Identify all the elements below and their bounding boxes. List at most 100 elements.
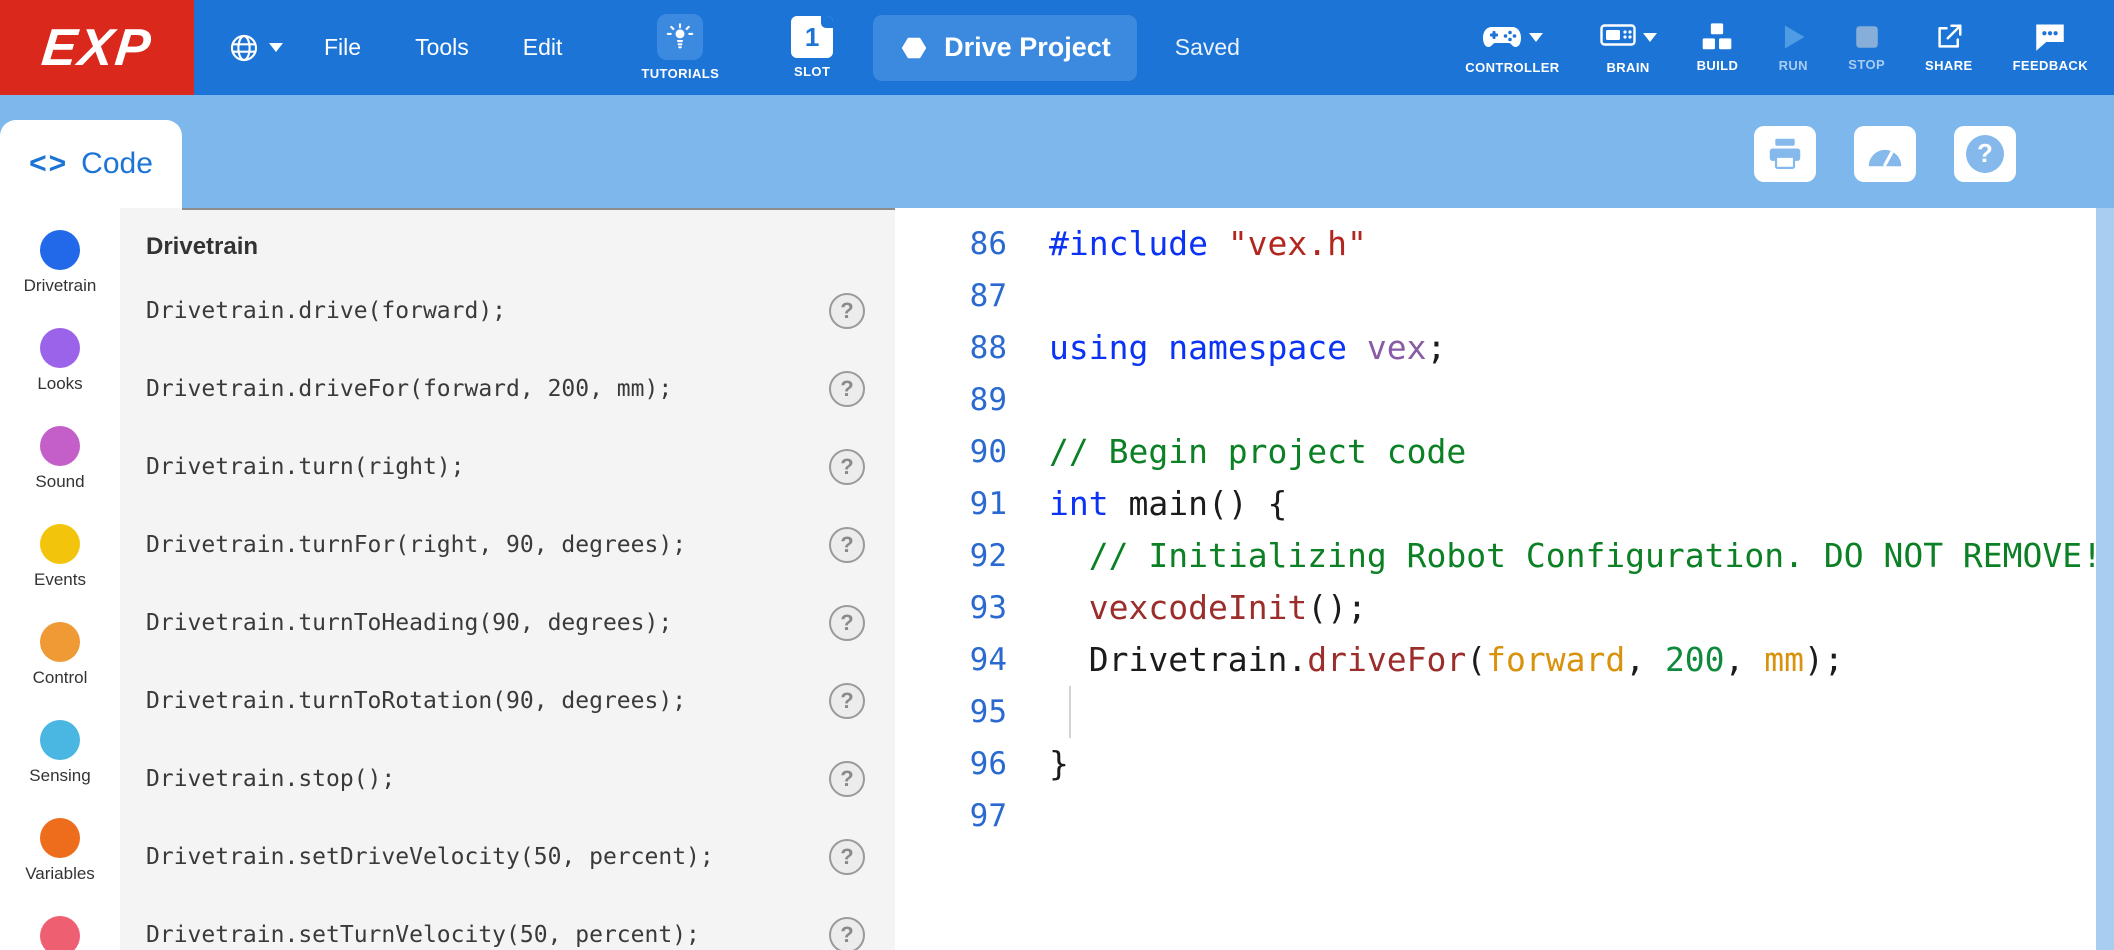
command-help-button[interactable]: ? xyxy=(829,605,865,641)
code-line[interactable] xyxy=(1049,686,2096,738)
category-color-dot[interactable] xyxy=(40,720,80,760)
print-button[interactable] xyxy=(1754,126,1816,182)
command-help-button[interactable]: ? xyxy=(829,839,865,875)
monitor-button[interactable] xyxy=(1854,126,1916,182)
menu-file[interactable]: File xyxy=(297,34,388,61)
sidebar-category-control[interactable]: Control xyxy=(33,622,88,688)
chevron-down-icon xyxy=(1643,33,1657,42)
command-text[interactable]: Drivetrain.turnFor(right, 90, degrees); xyxy=(146,532,686,558)
editor-toolbar: ? xyxy=(1754,126,2016,182)
code-line[interactable]: // Initializing Robot Configuration. DO … xyxy=(1049,530,2096,582)
vex-exp-logo[interactable]: EXP xyxy=(0,0,194,95)
category-label: Sound xyxy=(35,472,84,492)
command-text[interactable]: Drivetrain.driveFor(forward, 200, mm); xyxy=(146,376,672,402)
sidebar-category-sound[interactable]: Sound xyxy=(35,426,84,492)
code-line[interactable] xyxy=(1049,374,2096,426)
vexcode-app-window: EXP File Tools Edit TUTORIALS xyxy=(0,0,2114,950)
sidebar-category-drivetrain[interactable]: Drivetrain xyxy=(24,230,97,296)
line-number: 87 xyxy=(895,270,1007,322)
command-row[interactable]: Drivetrain.setDriveVelocity(50, percent)… xyxy=(146,818,865,896)
command-text[interactable]: Drivetrain.turnToHeading(90, degrees); xyxy=(146,610,672,636)
command-row[interactable]: Drivetrain.driveFor(forward, 200, mm);? xyxy=(146,350,865,428)
language-menu-button[interactable] xyxy=(228,32,283,64)
menu-tools[interactable]: Tools xyxy=(388,34,496,61)
command-text[interactable]: Drivetrain.turn(right); xyxy=(146,454,465,480)
editor-gutter: 868788899091929394959697 xyxy=(895,208,1007,950)
project-name-button[interactable]: Drive Project xyxy=(873,15,1137,81)
sidebar-category-events[interactable]: Events xyxy=(34,524,86,590)
stop-label: STOP xyxy=(1848,57,1885,72)
command-help-button[interactable]: ? xyxy=(829,293,865,329)
share-button[interactable]: SHARE xyxy=(1925,22,1973,73)
command-row[interactable]: Drivetrain.turnToRotation(90, degrees);? xyxy=(146,662,865,740)
category-color-dot[interactable] xyxy=(40,328,80,368)
code-line[interactable]: vexcodeInit(); xyxy=(1049,582,2096,634)
code-line[interactable]: } xyxy=(1049,738,2096,790)
slot-number: 1 xyxy=(805,22,819,53)
category-color-dot[interactable] xyxy=(40,818,80,858)
command-list: Drivetrain.drive(forward);?Drivetrain.dr… xyxy=(146,272,865,950)
main-content: Drivetrain Looks Sound Events Control Sensing… xyxy=(0,208,2114,950)
command-row[interactable]: Drivetrain.turn(right);? xyxy=(146,428,865,506)
controller-button[interactable]: CONTROLLER xyxy=(1465,20,1559,75)
command-row[interactable]: Drivetrain.drive(forward);? xyxy=(146,272,865,350)
code-token xyxy=(1347,328,1367,367)
command-text[interactable]: Drivetrain.setDriveVelocity(50, percent)… xyxy=(146,844,714,870)
category-label: Control xyxy=(33,668,88,688)
slot-button[interactable]: 1 SLOT xyxy=(791,16,833,79)
editor-code[interactable]: #include "vex.h" using namespace vex; // B… xyxy=(1007,208,2096,950)
command-row[interactable]: Drivetrain.stop();? xyxy=(146,740,865,818)
code-line[interactable]: Drivetrain.driveFor(forward, 200, mm); xyxy=(1049,634,2096,686)
code-line[interactable]: using namespace vex; xyxy=(1049,322,2096,374)
question-mark-icon: ? xyxy=(1966,135,2004,173)
category-color-dot[interactable] xyxy=(40,524,80,564)
code-line[interactable] xyxy=(1049,790,2096,842)
category-color-dot[interactable] xyxy=(40,426,80,466)
tab-code[interactable]: <> Code xyxy=(0,120,182,208)
code-line[interactable]: #include "vex.h" xyxy=(1049,218,2096,270)
category-color-dot[interactable] xyxy=(40,230,80,270)
help-button[interactable]: ? xyxy=(1954,126,2016,182)
sidebar-category-looks[interactable]: Looks xyxy=(37,328,82,394)
code-line[interactable]: // Begin project code xyxy=(1049,426,2096,478)
stop-button[interactable]: STOP xyxy=(1848,23,1885,72)
brain-icon xyxy=(1600,24,1636,50)
menu-edit[interactable]: Edit xyxy=(496,34,590,61)
command-help-button[interactable]: ? xyxy=(829,527,865,563)
stop-square-icon xyxy=(1853,23,1881,51)
chevron-down-icon xyxy=(269,43,283,52)
command-text[interactable]: Drivetrain.drive(forward); xyxy=(146,298,506,324)
command-text[interactable]: Drivetrain.setTurnVelocity(50, percent); xyxy=(146,922,700,948)
category-color-dot[interactable] xyxy=(40,622,80,662)
line-number: 93 xyxy=(895,582,1007,634)
code-token: namespace xyxy=(1168,328,1347,367)
code-line[interactable] xyxy=(1049,270,2096,322)
command-help-button[interactable]: ? xyxy=(829,917,865,950)
command-panel-heading: Drivetrain xyxy=(146,230,865,264)
tutorials-button[interactable]: TUTORIALS xyxy=(641,14,719,81)
command-text[interactable]: Drivetrain.stop(); xyxy=(146,766,395,792)
command-row[interactable]: Drivetrain.turnFor(right, 90, degrees);? xyxy=(146,506,865,584)
run-button[interactable]: RUN xyxy=(1778,22,1808,73)
sidebar-category-extra[interactable] xyxy=(40,916,80,950)
command-help-button[interactable]: ? xyxy=(829,761,865,797)
category-color-dot[interactable] xyxy=(40,916,80,950)
sidebar-category-variables[interactable]: Variables xyxy=(25,818,95,884)
line-number: 91 xyxy=(895,478,1007,530)
editor-scrollbar[interactable] xyxy=(2096,208,2114,950)
command-help-button[interactable]: ? xyxy=(829,371,865,407)
command-row[interactable]: Drivetrain.setTurnVelocity(50, percent);… xyxy=(146,896,865,950)
feedback-button[interactable]: FEEDBACK xyxy=(2013,22,2088,73)
code-line[interactable]: int main() { xyxy=(1049,478,2096,530)
command-row[interactable]: Drivetrain.turnToHeading(90, degrees);? xyxy=(146,584,865,662)
command-text[interactable]: Drivetrain.turnToRotation(90, degrees); xyxy=(146,688,686,714)
sidebar-category-sensing[interactable]: Sensing xyxy=(29,720,90,786)
code-editor[interactable]: 868788899091929394959697 #include "vex.h… xyxy=(895,208,2096,950)
brain-button[interactable]: BRAIN xyxy=(1600,20,1657,75)
command-help-button[interactable]: ? xyxy=(829,683,865,719)
slot-label: SLOT xyxy=(794,64,830,79)
code-token: // Begin project code xyxy=(1049,432,1466,471)
brain-label: BRAIN xyxy=(1606,60,1649,75)
command-help-button[interactable]: ? xyxy=(829,449,865,485)
build-button[interactable]: BUILD xyxy=(1697,22,1739,73)
